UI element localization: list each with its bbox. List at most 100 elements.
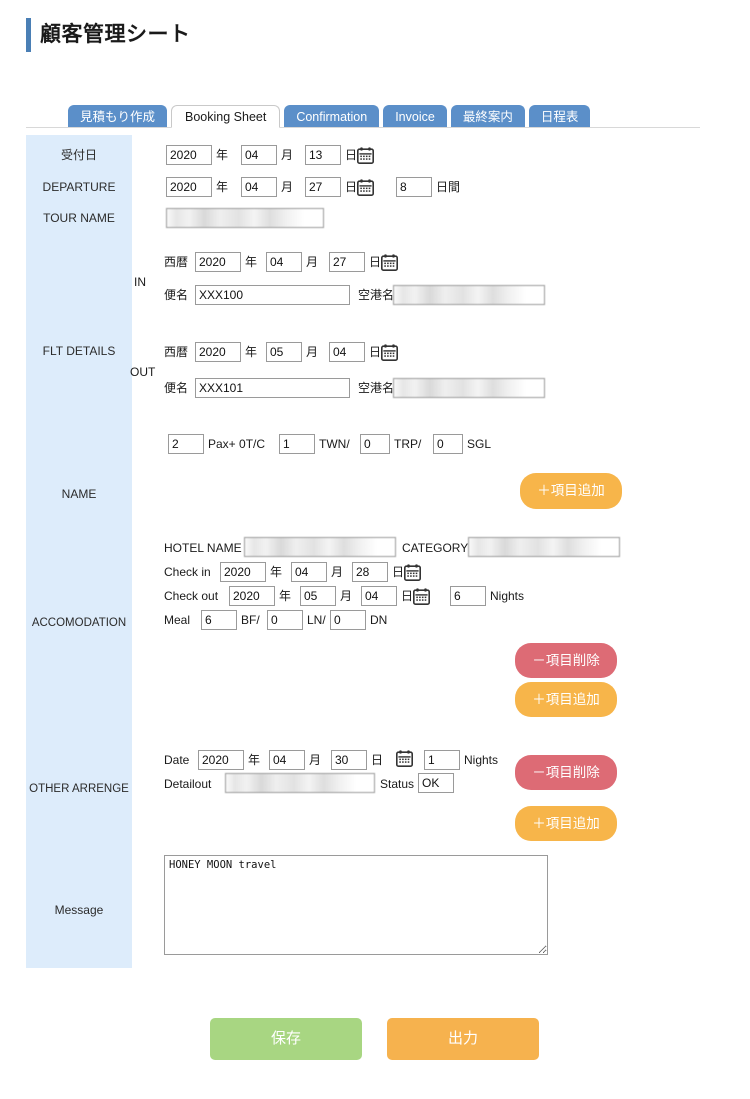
export-button[interactable]: 出力 xyxy=(387,1018,539,1060)
message-textarea[interactable]: HONEY MOON travel xyxy=(164,855,548,955)
other-nights-input[interactable] xyxy=(424,750,460,770)
checkin-year-input[interactable] xyxy=(220,562,266,582)
pax-input[interactable] xyxy=(168,434,204,454)
twn-input[interactable] xyxy=(279,434,315,454)
checkin-month-input[interactable] xyxy=(291,562,327,582)
name-add-item-button[interactable]: ＋項目追加 xyxy=(520,473,622,509)
calendar-icon[interactable] xyxy=(357,147,374,164)
meal-ln-label: LN/ xyxy=(307,613,326,627)
flt-out-day-unit: 日 xyxy=(369,345,382,359)
accomodation-add-item-button[interactable]: ＋項目追加 xyxy=(515,682,617,717)
departure-month-unit: 月 xyxy=(281,180,294,194)
calendar-icon[interactable] xyxy=(413,588,430,605)
meal-label: Meal xyxy=(164,613,191,627)
accomodation-nights-label: Nights xyxy=(490,589,525,603)
checkin-label: Check in xyxy=(164,565,211,579)
calendar-icon[interactable] xyxy=(404,564,421,581)
flt-out-year-input[interactable] xyxy=(195,342,241,362)
accomodation-delete-item-button[interactable]: －項目削除 xyxy=(515,643,617,678)
departure-day-unit: 日 xyxy=(345,180,358,194)
other-year-input[interactable] xyxy=(198,750,244,770)
checkout-month-input[interactable] xyxy=(300,586,336,606)
calendar-icon[interactable] xyxy=(357,179,374,196)
other-day-input[interactable] xyxy=(331,750,367,770)
meal-bf-label: BF/ xyxy=(241,613,260,627)
hotel-name-label: HOTEL NAME xyxy=(164,541,242,555)
calendar-icon[interactable] xyxy=(396,750,413,767)
tab-booking-sheet[interactable]: Booking Sheet xyxy=(171,105,281,128)
flt-out-day-input[interactable] xyxy=(329,342,365,362)
reception-day-input[interactable] xyxy=(305,145,341,165)
other-delete-item-button[interactable]: －項目削除 xyxy=(515,755,617,790)
sidebar-item-departure: DEPARTURE xyxy=(42,180,116,194)
reception-year-unit: 年 xyxy=(216,148,229,162)
other-status-input[interactable] xyxy=(418,773,454,793)
reception-month-unit: 月 xyxy=(281,148,294,162)
category-input[interactable] xyxy=(468,537,620,557)
hotel-name-input[interactable] xyxy=(244,537,396,557)
flt-in-era-label: 西暦 xyxy=(164,255,189,269)
reception-day-unit: 日 xyxy=(345,148,358,162)
other-add-item-button[interactable]: ＋項目追加 xyxy=(515,806,617,841)
flt-in-year-input[interactable] xyxy=(195,252,241,272)
flt-out-year-unit: 年 xyxy=(245,345,258,359)
sgl-label: SGL xyxy=(467,437,492,451)
tab-invoice[interactable]: Invoice xyxy=(383,105,447,128)
flt-in-day-input[interactable] xyxy=(329,252,365,272)
departure-day-input[interactable] xyxy=(305,177,341,197)
checkout-month-unit: 月 xyxy=(340,589,353,603)
sidebar-item-tour-name: TOUR NAME xyxy=(43,211,115,225)
other-day-unit: 日 xyxy=(371,753,384,767)
flt-out-group-label: OUT xyxy=(130,365,156,379)
flt-in-airport-label: 空港名 xyxy=(358,288,395,302)
flt-in-flight-input[interactable] xyxy=(195,285,350,305)
trp-input[interactable] xyxy=(360,434,390,454)
checkin-month-unit: 月 xyxy=(331,565,344,579)
flt-out-month-unit: 月 xyxy=(306,345,319,359)
reception-month-input[interactable] xyxy=(241,145,277,165)
checkin-year-unit: 年 xyxy=(270,565,283,579)
other-month-input[interactable] xyxy=(269,750,305,770)
flt-out-flight-input[interactable] xyxy=(195,378,350,398)
tab-itinerary[interactable]: 日程表 xyxy=(528,105,591,128)
other-status-label: Status xyxy=(380,777,415,791)
flt-out-airport-input[interactable] xyxy=(393,378,545,398)
tab-confirmation[interactable]: Confirmation xyxy=(284,105,380,128)
flt-in-month-input[interactable] xyxy=(266,252,302,272)
section-label-column xyxy=(26,135,132,968)
sgl-input[interactable] xyxy=(433,434,463,454)
reception-year-input[interactable] xyxy=(166,145,212,165)
calendar-icon[interactable] xyxy=(381,254,398,271)
departure-year-input[interactable] xyxy=(166,177,212,197)
meal-ln-input[interactable] xyxy=(267,610,303,630)
departure-duration-input[interactable] xyxy=(396,177,432,197)
checkout-day-input[interactable] xyxy=(361,586,397,606)
save-button[interactable]: 保存 xyxy=(210,1018,362,1060)
checkout-year-input[interactable] xyxy=(229,586,275,606)
departure-duration-unit: 日間 xyxy=(436,180,461,194)
tab-quotation[interactable]: 見積もり作成 xyxy=(68,105,168,128)
departure-month-input[interactable] xyxy=(241,177,277,197)
meal-dn-input[interactable] xyxy=(330,610,366,630)
pax-label: Pax+ 0T/C xyxy=(208,437,266,451)
flt-in-group-label: IN xyxy=(134,275,146,289)
sidebar-item-accomodation: ACCOMODATION xyxy=(31,617,127,629)
tour-name-input[interactable] xyxy=(166,208,324,228)
other-date-label: Date xyxy=(164,753,190,767)
page-header: 顧客管理シート xyxy=(26,18,191,52)
flt-in-flight-label: 便名 xyxy=(164,288,189,302)
checkin-day-unit: 日 xyxy=(392,565,405,579)
checkin-day-input[interactable] xyxy=(352,562,388,582)
other-detail-input[interactable] xyxy=(225,773,375,793)
page-title: 顧客管理シート xyxy=(40,23,191,46)
meal-bf-input[interactable] xyxy=(201,610,237,630)
departure-year-unit: 年 xyxy=(216,180,229,194)
other-year-unit: 年 xyxy=(248,753,261,767)
flt-out-era-label: 西暦 xyxy=(164,345,189,359)
tab-divider xyxy=(26,127,700,128)
tab-final-notice[interactable]: 最終案内 xyxy=(450,105,525,128)
flt-in-airport-input[interactable] xyxy=(393,285,545,305)
calendar-icon[interactable] xyxy=(381,344,398,361)
flt-out-month-input[interactable] xyxy=(266,342,302,362)
accomodation-nights-input[interactable] xyxy=(450,586,486,606)
